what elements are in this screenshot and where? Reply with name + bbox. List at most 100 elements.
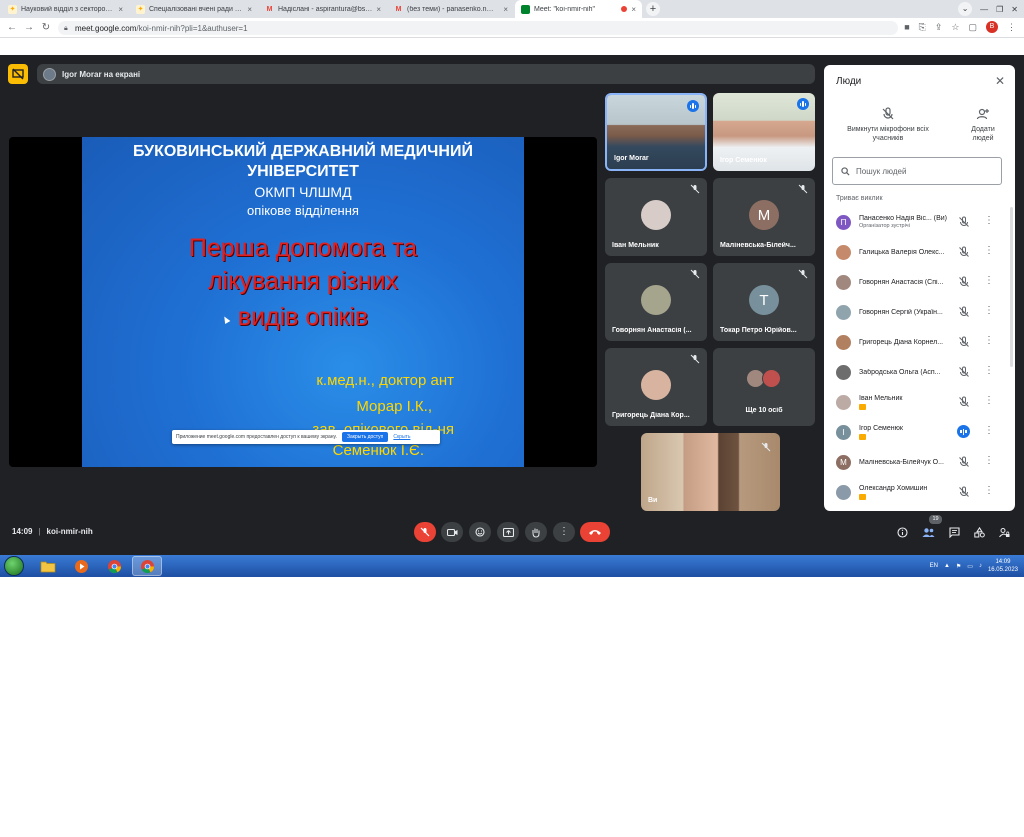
participant-tile-igor-morar[interactable]: Igor Morar	[605, 93, 707, 171]
slide-department-line: ОКМП ЧЛШМД	[254, 184, 352, 200]
participant-tile-tokar[interactable]: Т Токар Петро Юрійов...	[713, 263, 815, 341]
list-item[interactable]: Іван Мельник ⋮	[824, 387, 1010, 417]
panel-title: Люди	[836, 76, 862, 87]
system-clock[interactable]: 14:09 16.05.2023	[988, 558, 1018, 574]
mic-off-icon	[690, 269, 700, 279]
more-options-button[interactable]: ⋮	[553, 522, 575, 542]
chrome-icon	[140, 559, 154, 573]
forward-icon[interactable]: →	[22, 21, 36, 35]
tab-strip-icon[interactable]: ▢	[968, 22, 977, 33]
presentation-icon[interactable]	[8, 64, 28, 84]
new-tab-button[interactable]: +	[646, 2, 660, 16]
list-item[interactable]: Говорнян Сергій (Україн... ⋮	[824, 297, 1010, 327]
share-icon[interactable]: ⇪	[935, 22, 943, 33]
list-item[interactable]: П Панасенко Надія Віс... (Ви) Організатор…	[824, 207, 1010, 237]
more-options-icon[interactable]: ⋮	[984, 365, 994, 377]
close-tab-icon[interactable]: ×	[118, 5, 123, 14]
chrome-active-taskbar-button[interactable]	[132, 556, 162, 576]
participant-tile-igor-semeniuk[interactable]: Ігор Семенюк	[713, 93, 815, 171]
translate-icon[interactable]: ⎘	[919, 22, 926, 33]
list-item[interactable]: Забродська Ольга (Асп... ⋮	[824, 357, 1010, 387]
camera-in-use-icon[interactable]: ■	[904, 22, 909, 32]
minimize-icon[interactable]: —	[980, 5, 988, 14]
mic-off-icon	[959, 246, 969, 257]
list-item[interactable]: Говорнян Анастасія (Спі... ⋮	[824, 267, 1010, 297]
people-button[interactable]	[921, 525, 935, 539]
more-options-icon[interactable]: ⋮	[984, 335, 994, 347]
present-screen-button[interactable]	[497, 522, 519, 542]
hide-notice-link[interactable]: Скрыть	[393, 434, 410, 440]
browser-menu-icon[interactable]: ⋮	[1007, 22, 1016, 33]
more-options-icon[interactable]: ⋮	[984, 215, 994, 227]
mic-off-icon	[690, 184, 700, 194]
network-icon[interactable]: ▭	[967, 563, 973, 570]
url-field[interactable]: 🔒︎ meet.google.com/koi-nmir-nih?pli=1&au…	[58, 21, 898, 35]
mic-off-icon	[882, 107, 894, 120]
close-tab-icon[interactable]: ×	[376, 5, 381, 14]
chrome-taskbar-button[interactable]	[99, 556, 129, 576]
search-people-input[interactable]: Пошук людей	[832, 157, 1002, 185]
tab-gmail-no-subject[interactable]: M (без теми) - panasenko.n@bsmu... ×	[388, 0, 514, 18]
more-options-icon[interactable]: ⋮	[984, 425, 994, 437]
host-controls-button[interactable]	[997, 525, 1011, 539]
close-tab-icon[interactable]: ×	[503, 5, 508, 14]
meeting-details-button[interactable]	[895, 525, 909, 539]
raise-hand-button[interactable]	[525, 522, 547, 542]
close-window-icon[interactable]: ✕	[1011, 5, 1018, 14]
mute-all-button[interactable]: Вимкнути мікрофони всіх учасників	[838, 107, 938, 143]
stop-sharing-button[interactable]: Закрыть доступ	[341, 432, 389, 442]
close-icon[interactable]: ✕	[995, 74, 1005, 88]
camera-toggle-button[interactable]	[441, 522, 463, 542]
list-item[interactable]: Григорець Діана Корнел... ⋮	[824, 327, 1010, 357]
microphone-toggle-button[interactable]	[414, 522, 436, 542]
participant-tile-hryhorets[interactable]: Григорець Діана Кор...	[605, 348, 707, 426]
action-center-flag-icon[interactable]: ⚑	[956, 563, 961, 570]
tab-search-icon[interactable]: ⌄	[958, 2, 973, 16]
tab-specialized-councils[interactable]: ✦ Спеціалізовані вчені ради із за... ×	[130, 0, 258, 18]
tab-google-meet[interactable]: Meet: "koi-nmir-nih" ×	[515, 0, 642, 18]
close-tab-icon[interactable]: ×	[631, 5, 636, 14]
mic-off-icon	[798, 269, 808, 279]
tab-gmail-sent[interactable]: M Надіслані - aspirantura@bsmu.e... ×	[259, 0, 387, 18]
list-item[interactable]: Олександр Хомишин ⋮	[824, 477, 1010, 507]
more-options-icon[interactable]: ⋮	[984, 245, 994, 257]
shared-screen[interactable]: БУКОВИНСЬКИЙ ДЕРЖАВНИЙ МЕДИЧНИЙ УНІВЕРСИ…	[9, 137, 597, 467]
lock-person-icon	[998, 527, 1009, 537]
lock-icon: 🔒︎	[64, 24, 68, 32]
back-icon[interactable]: ←	[5, 21, 19, 35]
volume-icon[interactable]: ♪	[979, 563, 982, 569]
panel-scrollbar[interactable]	[1010, 207, 1013, 367]
participant-tile-hovornian[interactable]: Говорнян Анастасія (...	[605, 263, 707, 341]
bookmark-star-icon[interactable]: ☆	[951, 22, 959, 33]
avatar	[836, 364, 851, 380]
more-options-icon[interactable]: ⋮	[984, 305, 994, 317]
reactions-button[interactable]	[469, 522, 491, 542]
file-explorer-taskbar-button[interactable]	[33, 556, 63, 576]
more-options-icon[interactable]: ⋮	[984, 485, 994, 497]
add-people-button[interactable]: Додати людей	[962, 107, 1004, 143]
mic-off-icon	[959, 306, 969, 317]
profile-avatar[interactable]: B	[986, 21, 998, 33]
participant-tile-ivan-melnyk[interactable]: Іван Мельник	[605, 178, 707, 256]
screen: ✦ Науковий відділ з сектором ін... × ✦ С…	[0, 0, 1024, 837]
activities-button[interactable]	[972, 525, 986, 539]
chat-button[interactable]	[947, 525, 961, 539]
list-item[interactable]: Галицька Валерія Олекс... ⋮	[824, 237, 1010, 267]
list-item[interactable]: М Маліневська-Білейчук О... ⋮	[824, 447, 1010, 477]
close-tab-icon[interactable]: ×	[247, 5, 252, 14]
self-view-tile[interactable]: Ви	[641, 433, 780, 511]
more-options-icon[interactable]: ⋮	[984, 275, 994, 287]
more-options-icon[interactable]: ⋮	[984, 395, 994, 407]
reload-icon[interactable]: ↻	[39, 21, 53, 35]
tab-science-department[interactable]: ✦ Науковий відділ з сектором ін... ×	[2, 0, 129, 18]
leave-call-button[interactable]	[580, 522, 610, 542]
more-options-icon[interactable]: ⋮	[984, 455, 994, 467]
show-hidden-icons-icon[interactable]: ▲	[944, 563, 950, 569]
more-participants-tile[interactable]: Ще 10 осіб	[713, 348, 815, 426]
maximize-icon[interactable]: ❐	[996, 5, 1003, 14]
start-button[interactable]	[4, 556, 24, 576]
participant-tile-malinevska[interactable]: М Маліневська-Білейч...	[713, 178, 815, 256]
media-player-taskbar-button[interactable]	[66, 556, 96, 576]
language-indicator[interactable]: EN	[930, 563, 938, 569]
list-item[interactable]: І Ігор Семенюк ⋮	[824, 417, 1010, 447]
